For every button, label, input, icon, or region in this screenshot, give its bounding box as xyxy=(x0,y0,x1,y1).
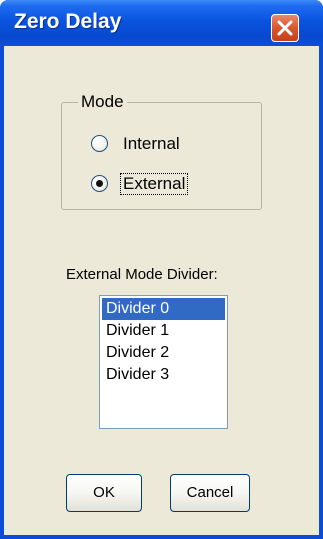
radio-internal-label[interactable]: Internal xyxy=(121,134,182,154)
radio-external-label[interactable]: External xyxy=(119,173,189,195)
divider-listbox[interactable]: Divider 0 Divider 1 Divider 2 Divider 3 xyxy=(99,295,228,429)
ok-button[interactable]: OK xyxy=(66,474,142,512)
list-item[interactable]: Divider 1 xyxy=(102,320,225,342)
mode-group-legend: Mode xyxy=(78,92,127,112)
list-item[interactable]: Divider 0 xyxy=(102,298,225,320)
list-item[interactable]: Divider 3 xyxy=(102,364,225,386)
close-button[interactable] xyxy=(271,14,299,42)
dialog-window: Zero Delay Mode Internal External Extern… xyxy=(0,0,323,539)
close-icon xyxy=(277,20,293,36)
list-item[interactable]: Divider 2 xyxy=(102,342,225,364)
title-bar[interactable]: Zero Delay xyxy=(0,0,323,46)
radio-selected-dot xyxy=(96,180,103,187)
radio-internal-circle[interactable] xyxy=(91,135,108,152)
divider-label: External Mode Divider: xyxy=(66,266,218,283)
dialog-body: Mode Internal External External Mode Div… xyxy=(4,46,319,535)
cancel-button[interactable]: Cancel xyxy=(170,474,250,512)
window-title: Zero Delay xyxy=(14,10,122,33)
radio-external-circle[interactable] xyxy=(91,175,108,192)
